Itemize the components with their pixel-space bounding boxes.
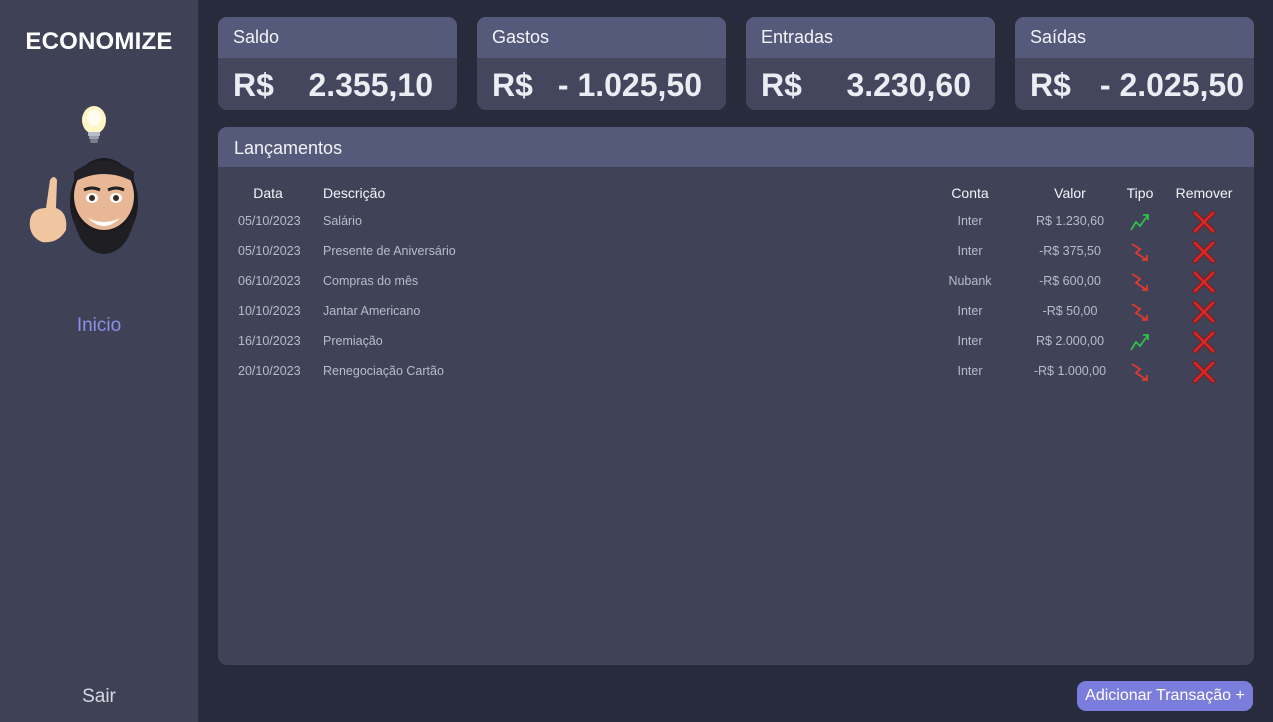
card-saidas: Saídas R$ - 2.025,50 <box>1015 17 1254 110</box>
card-saidas-value: - 2.025,50 <box>1099 67 1244 103</box>
cell-descricao: Premiação <box>323 334 383 348</box>
card-gastos-value: - 1.025,50 <box>557 67 702 103</box>
down-trend-icon <box>1128 240 1152 264</box>
cell-valor: -R$ 600,00 <box>1039 274 1101 288</box>
column-header-remover: Remover <box>1175 185 1233 201</box>
brand-title: ECONOMIZE <box>25 28 173 55</box>
cell-conta: Inter <box>957 214 983 228</box>
nav-inicio[interactable]: Inicio <box>0 315 198 337</box>
card-saldo: Saldo R$ 2.355,10 <box>218 17 457 110</box>
card-gastos-title: Gastos <box>477 17 726 58</box>
down-trend-icon <box>1128 270 1152 294</box>
card-entradas-title: Entradas <box>746 17 995 58</box>
cell-data: 20/10/2023 <box>238 364 301 378</box>
down-trend-icon <box>1128 300 1152 324</box>
cell-data: 06/10/2023 <box>238 274 301 288</box>
cell-data: 05/10/2023 <box>238 214 301 228</box>
up-trend-icon <box>1128 330 1152 354</box>
table-row: 05/10/2023 Salário Inter R$ 1.230,60 <box>218 207 1254 237</box>
cell-valor: R$ 2.000,00 <box>1035 334 1105 348</box>
card-entradas: Entradas R$ 3.230,60 <box>746 17 995 110</box>
table-row: 10/10/2023 Jantar Americano Inter -R$ 50,00 <box>218 297 1254 327</box>
remove-icon[interactable] <box>1192 210 1216 234</box>
remove-icon[interactable] <box>1192 240 1216 264</box>
add-transaction-button[interactable]: Adicionar Transação + <box>1077 681 1253 711</box>
cell-descricao: Jantar Americano <box>323 304 421 318</box>
cell-valor: -R$ 375,50 <box>1039 244 1101 258</box>
up-trend-icon <box>1128 210 1152 234</box>
cell-conta: Inter <box>957 334 983 348</box>
card-gastos: Gastos R$ - 1.025,50 <box>477 17 726 110</box>
remove-icon[interactable] <box>1192 360 1216 384</box>
transactions-panel: Lançamentos Data Descrição Conta Valor T… <box>218 127 1254 665</box>
remove-icon[interactable] <box>1192 270 1216 294</box>
cell-valor: -R$ 50,00 <box>1042 304 1098 318</box>
transactions-title: Lançamentos <box>218 127 1254 167</box>
nav-sair[interactable]: Sair <box>0 686 198 708</box>
card-gastos-currency: R$ <box>492 67 533 103</box>
cell-conta: Inter <box>957 304 983 318</box>
column-header-valor: Valor <box>1054 185 1086 201</box>
column-header-data: Data <box>253 185 283 201</box>
cell-data: 05/10/2023 <box>238 244 301 258</box>
table-row: 16/10/2023 Premiação Inter R$ 2.000,00 <box>218 327 1254 357</box>
cell-descricao: Renegociação Cartão <box>323 364 444 378</box>
cell-conta: Inter <box>957 244 983 258</box>
app-window: ECONOMIZE Inicio Sair Saldo R$ 2.355,10 … <box>0 0 1273 722</box>
cell-descricao: Compras do mês <box>323 274 419 288</box>
card-saidas-currency: R$ <box>1030 67 1071 103</box>
remove-icon[interactable] <box>1192 300 1216 324</box>
memoji-avatar-image <box>29 106 138 254</box>
cell-data: 16/10/2023 <box>238 334 301 348</box>
lightbulb-icon <box>82 106 106 143</box>
column-header-tipo: Tipo <box>1126 185 1154 201</box>
column-header-conta: Conta <box>951 185 989 201</box>
card-saidas-title: Saídas <box>1015 17 1254 58</box>
card-entradas-value: 3.230,60 <box>846 67 971 103</box>
card-entradas-currency: R$ <box>761 67 802 103</box>
down-trend-icon <box>1128 360 1152 384</box>
cell-valor: -R$ 1.000,00 <box>1033 364 1107 378</box>
card-saldo-value: 2.355,10 <box>308 67 433 103</box>
card-saldo-title: Saldo <box>218 17 457 58</box>
remove-icon[interactable] <box>1192 330 1216 354</box>
cell-conta: Nubank <box>948 274 992 288</box>
card-saldo-currency: R$ <box>233 67 274 103</box>
cell-descricao: Salário <box>323 214 362 228</box>
column-header-descricao: Descrição <box>323 185 386 201</box>
table-row: 06/10/2023 Compras do mês Nubank -R$ 600,00 <box>218 267 1254 297</box>
cell-data: 10/10/2023 <box>238 304 301 318</box>
cell-valor: R$ 1.230,60 <box>1035 214 1105 228</box>
table-row: 05/10/2023 Presente de Aniversário Inter -R… <box>218 237 1254 267</box>
sidebar: ECONOMIZE Inicio Sair <box>0 0 198 722</box>
cell-descricao: Presente de Aniversário <box>323 244 456 258</box>
cell-conta: Inter <box>957 364 983 378</box>
table-row: 20/10/2023 Renegociação Cartão Inter -R$ 1.… <box>218 357 1254 387</box>
